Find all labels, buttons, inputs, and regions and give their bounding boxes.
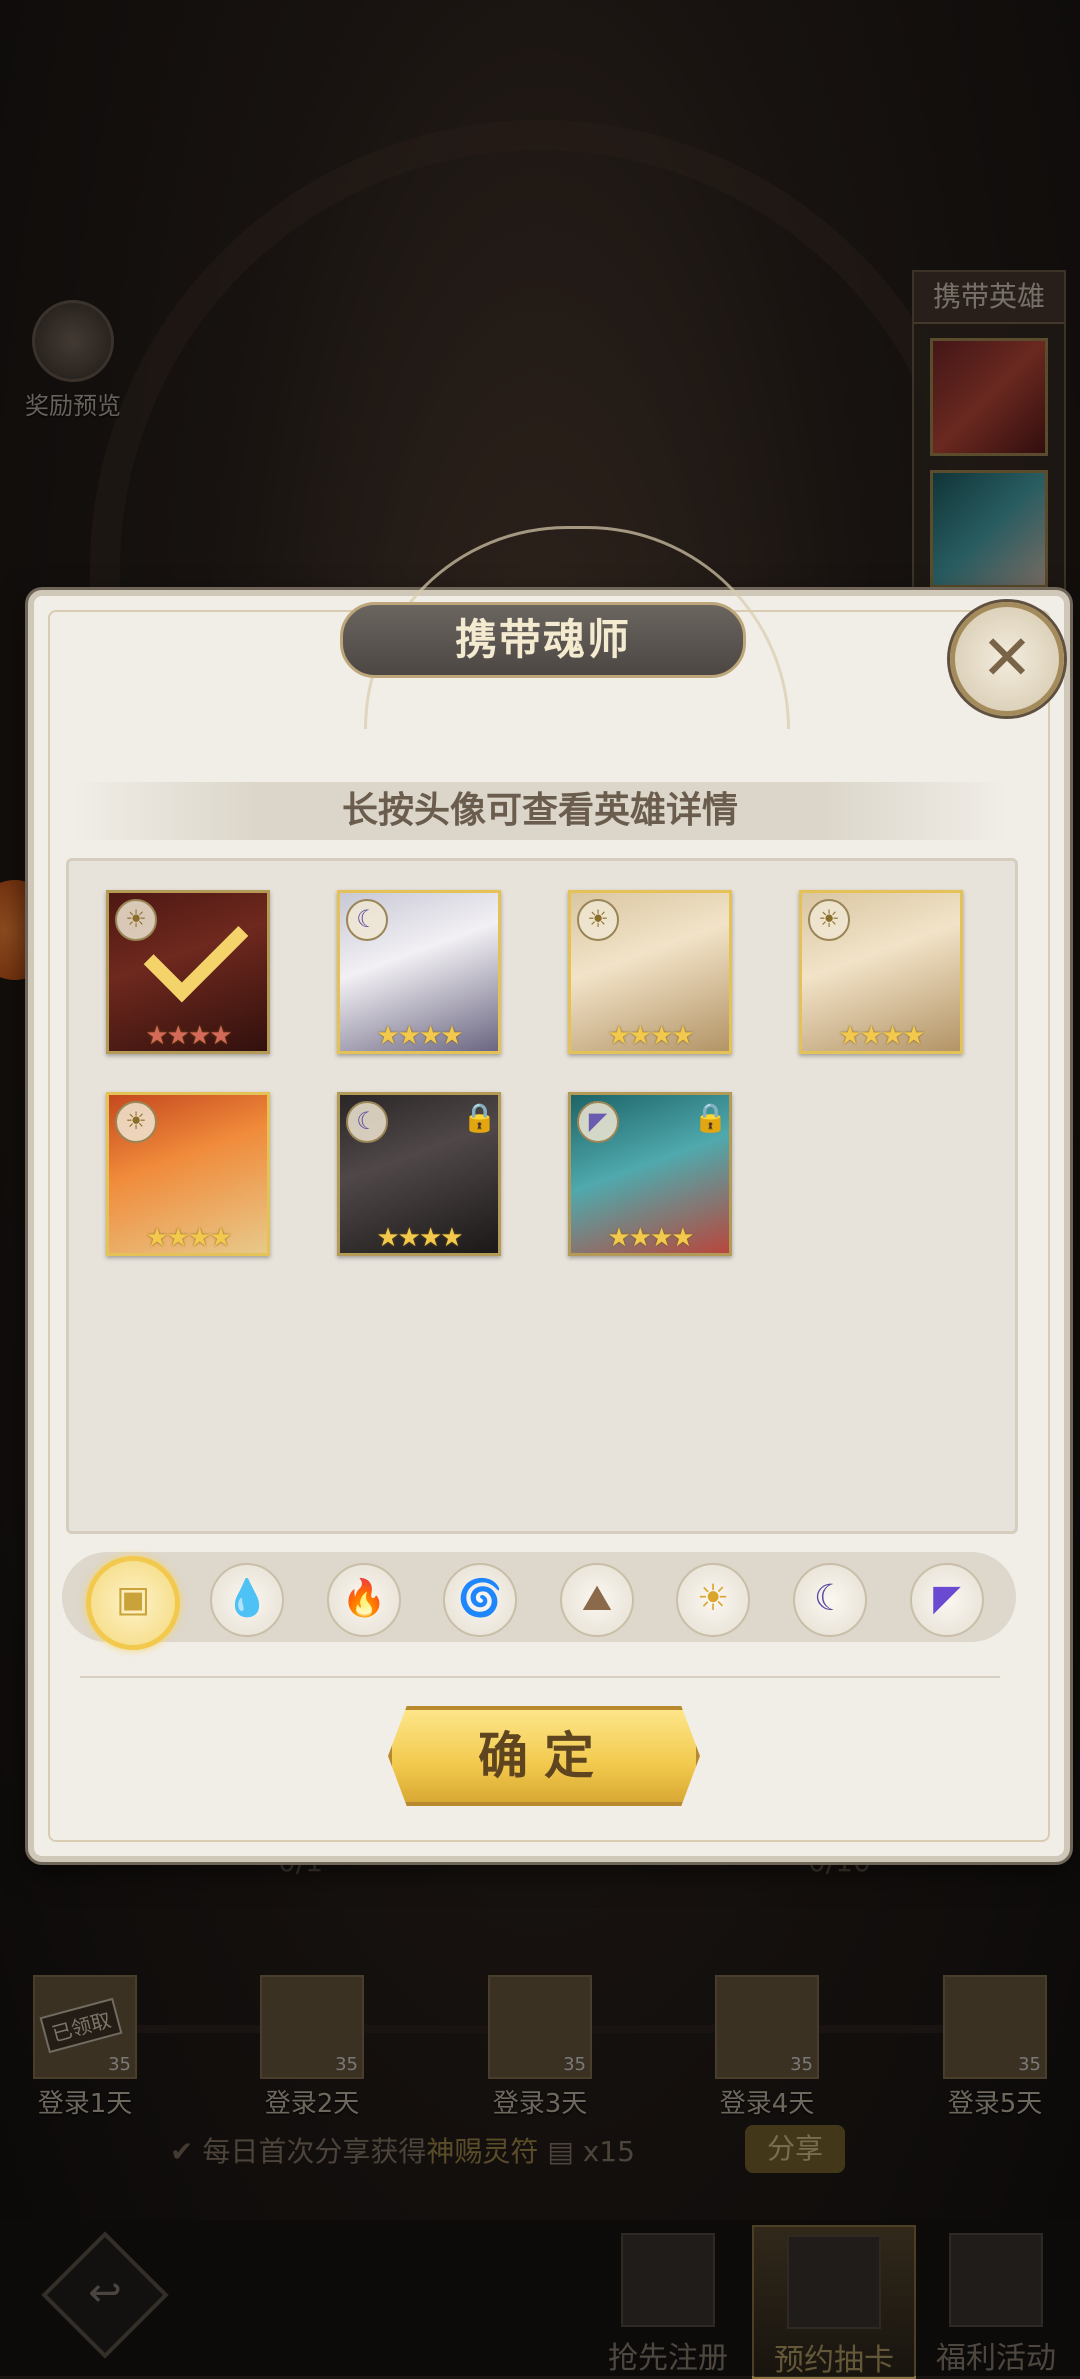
hero-stars: ★★★★ xyxy=(145,1021,232,1051)
filter-light-button[interactable]: ☀ xyxy=(676,1563,750,1637)
hero-stars: ★★★★ xyxy=(376,1223,463,1253)
long-press-hint: 长按头像可查看英雄详情 xyxy=(70,782,1010,840)
void-arrow-icon: ◤ xyxy=(933,1578,961,1619)
modal-title: 携带魂师 xyxy=(340,602,746,678)
modal-divider xyxy=(80,1676,1000,1678)
hero-stars: ★★★★ xyxy=(376,1021,463,1051)
filter-earth-button[interactable]: ⛰ xyxy=(560,1563,634,1637)
filter-fire-button[interactable]: 🔥 xyxy=(327,1563,401,1637)
light-element-icon: ☀ xyxy=(808,899,850,941)
element-filter-bar xyxy=(62,1552,1016,1642)
hero-slot-7[interactable]: ◤ 🔒 ★★★★ xyxy=(568,1092,732,1256)
close-button[interactable]: ✕ xyxy=(950,602,1064,716)
hero-stars: ★★★★ xyxy=(607,1021,694,1051)
hero-stars: ★★★★ xyxy=(607,1223,694,1253)
hero-slot-1[interactable]: ☀ ★★★★ xyxy=(106,890,270,1054)
hero-stars: ★★★★ xyxy=(145,1223,232,1253)
hero-slot-4[interactable]: ☀ ★★★★ xyxy=(799,890,963,1054)
wind-element-icon: ◤ xyxy=(577,1101,619,1143)
light-element-icon: ☀ xyxy=(115,899,157,941)
hero-stars: ★★★★ xyxy=(838,1021,925,1051)
water-drop-icon: 💧 xyxy=(224,1578,270,1619)
dark-element-icon: ☾ xyxy=(346,899,388,941)
lock-icon: 🔒 xyxy=(462,1101,497,1134)
dark-element-icon: ☾ xyxy=(346,1101,388,1143)
hero-slot-2[interactable]: ☾ ★★★★ xyxy=(337,890,501,1054)
close-icon: ✕ xyxy=(981,621,1033,694)
sun-icon: ☀ xyxy=(696,1578,730,1619)
hero-slot-5[interactable]: ☀ ★★★★ xyxy=(106,1092,270,1256)
filter-all-button[interactable]: ▣ xyxy=(86,1556,180,1650)
confirm-button[interactable]: 确定 xyxy=(388,1706,700,1806)
whirlwind-icon: 🌀 xyxy=(457,1578,503,1619)
lock-icon: 🔒 xyxy=(693,1101,728,1134)
moon-icon: ☾ xyxy=(813,1578,847,1619)
mountain-icon: ⛰ xyxy=(581,1578,613,1619)
filter-void-button[interactable]: ◤ xyxy=(910,1563,984,1637)
filter-dark-button[interactable]: ☾ xyxy=(793,1563,867,1637)
light-element-icon: ☀ xyxy=(115,1101,157,1143)
filter-water-button[interactable]: 💧 xyxy=(210,1563,284,1637)
hero-slot-3[interactable]: ☀ ★★★★ xyxy=(568,890,732,1054)
light-element-icon: ☀ xyxy=(577,899,619,941)
filter-wind-button[interactable]: 🌀 xyxy=(443,1563,517,1637)
fire-icon: 🔥 xyxy=(341,1578,387,1619)
box-icon: ▣ xyxy=(115,1579,150,1620)
hero-slot-6[interactable]: ☾ 🔒 ★★★★ xyxy=(337,1092,501,1256)
